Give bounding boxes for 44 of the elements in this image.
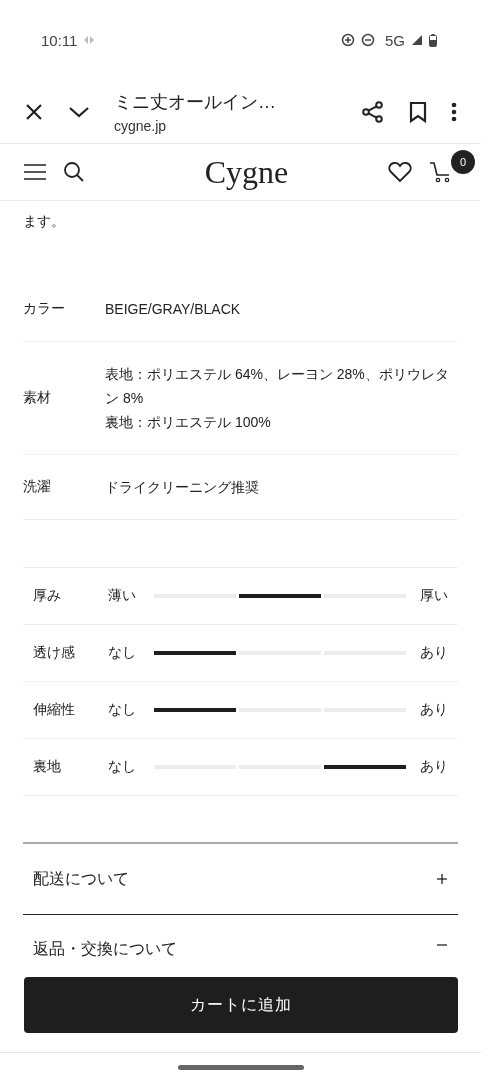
network-type: 5G	[385, 31, 405, 49]
share-icon[interactable]	[361, 99, 385, 124]
battery-icon	[429, 33, 437, 47]
spec-label: 素材	[23, 389, 52, 407]
do-not-disturb-icon	[361, 33, 375, 47]
accordion-title: 返品・交換について	[33, 939, 177, 959]
menu-icon[interactable]	[24, 164, 46, 180]
accordion-header[interactable]: 返品・交換について	[23, 915, 458, 965]
attribute-label: 裏地	[33, 758, 62, 776]
search-icon[interactable]	[63, 161, 85, 183]
accordion-header[interactable]: 配送について	[23, 844, 458, 915]
spec-value: 裏地：ポリエステル 100%	[105, 413, 272, 432]
bookmark-icon[interactable]	[409, 100, 427, 123]
close-icon[interactable]	[24, 101, 44, 122]
cart-count-badge: 0	[451, 150, 475, 174]
scale-high-label: あり	[419, 701, 448, 719]
spec-value: 表地：ポリエステル 64%、レーヨン 28%、ポリウレタン 8%	[105, 365, 450, 408]
page-url: cygne.jp	[114, 117, 168, 134]
site-logo[interactable]: Cygne	[122, 153, 371, 191]
scale-high-label: あり	[419, 758, 448, 776]
signal-arrows-icon	[83, 35, 96, 45]
description-text: ます。	[23, 212, 66, 231]
scale-high-label: 厚い	[419, 587, 448, 605]
add-to-cart-button[interactable]: カートに追加	[24, 977, 458, 1033]
attribute-label: 厚み	[33, 587, 62, 605]
spec-value: ドライクリーニング推奨	[105, 478, 259, 497]
scale-low-label: なし	[108, 701, 137, 719]
accordion-title: 配送について	[33, 868, 129, 889]
page-title: ミニ丈オールイン…	[114, 90, 277, 114]
signal-icon	[411, 34, 423, 46]
spec-value: BEIGE/GRAY/BLACK	[105, 300, 241, 319]
data-saver-icon	[341, 33, 355, 47]
scale-low-label: なし	[108, 644, 137, 662]
heart-icon[interactable]	[388, 161, 412, 183]
spec-label: 洗濯	[23, 478, 52, 496]
more-icon[interactable]	[451, 101, 457, 122]
attribute-label: 伸縮性	[33, 701, 76, 719]
spec-label: カラー	[23, 300, 66, 318]
chevron-down-icon[interactable]	[68, 104, 90, 119]
scale-low-label: なし	[108, 758, 137, 776]
attribute-label: 透け感	[33, 644, 76, 662]
status-time: 10:11	[41, 31, 78, 49]
scale-high-label: あり	[419, 644, 448, 662]
scale-low-label: 薄い	[108, 587, 137, 605]
